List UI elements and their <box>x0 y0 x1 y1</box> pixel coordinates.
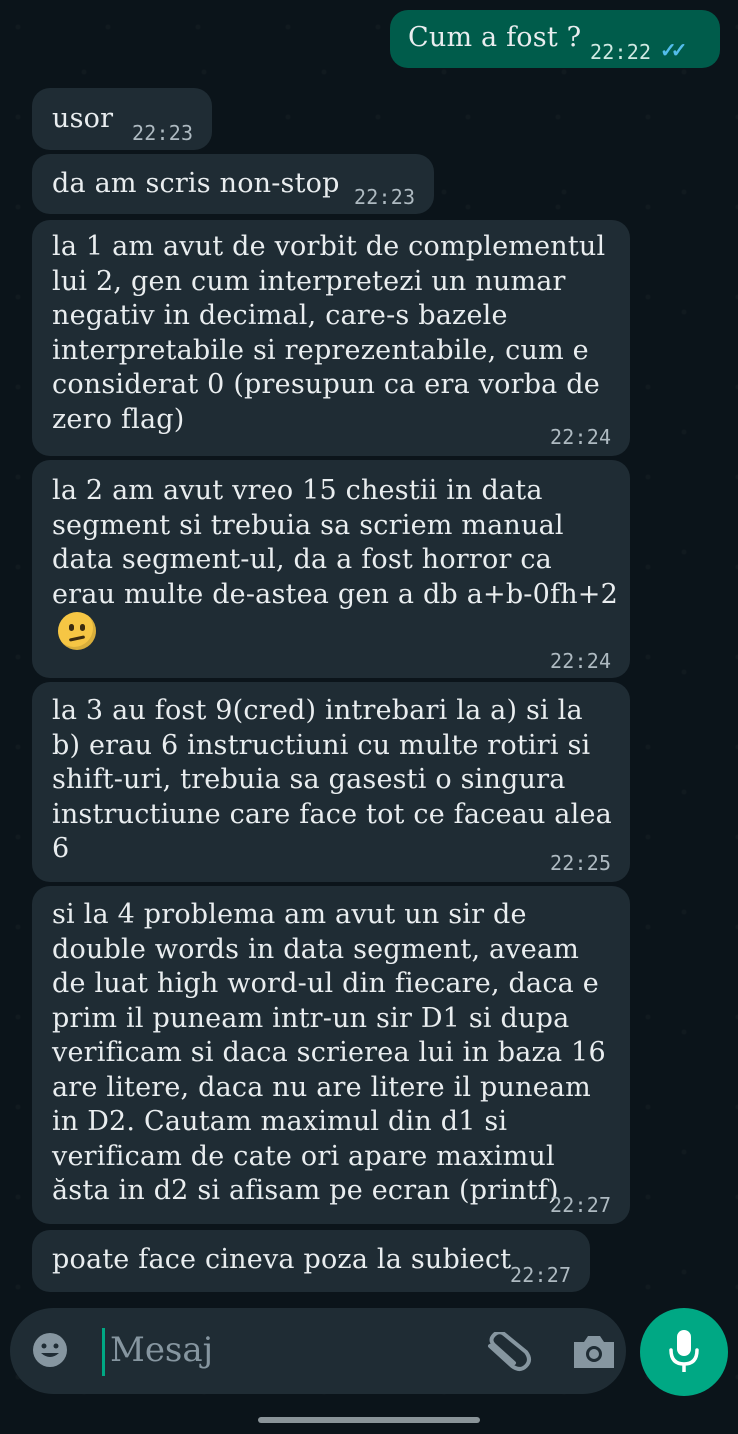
message-text: poate face cineva poza la subiect <box>52 1244 512 1275</box>
message-time: 22:27 <box>550 1193 612 1217</box>
message-text: si la 4 problema am avut un sir de doubl… <box>52 899 606 1206</box>
message-incoming[interactable]: da am scris non-stop 22:23 <box>32 154 434 214</box>
message-text: la 3 au fost 9(cred) intrebari la a) si … <box>52 695 612 864</box>
mic-icon <box>669 1330 699 1372</box>
mic-button[interactable] <box>640 1308 728 1396</box>
message-time: 22:23 <box>354 185 416 209</box>
message-incoming[interactable]: la 1 am avut de vorbit de complementul l… <box>32 220 630 456</box>
message-text-body: la 2 am avut vreo 15 chestii in data seg… <box>52 475 618 610</box>
message-text: da am scris non-stop <box>52 168 340 199</box>
message-composer: Mesaj <box>10 1308 626 1394</box>
message-time: 22:27 <box>510 1263 572 1287</box>
message-text: Cum a fost ? <box>408 22 582 53</box>
message-input[interactable]: Mesaj <box>110 1330 213 1370</box>
message-outgoing[interactable]: Cum a fost ? 22:22 ✓✓ <box>390 10 720 68</box>
message-text: la 2 am avut vreo 15 chestii in data seg… <box>52 474 622 650</box>
confused-face-icon <box>58 612 96 650</box>
message-time: 22:24 <box>550 425 612 449</box>
message-incoming[interactable]: usor 22:23 <box>32 88 212 150</box>
message-incoming[interactable]: poate face cineva poza la subiect 22:27 <box>32 1230 590 1292</box>
system-home-indicator[interactable] <box>258 1417 480 1423</box>
text-cursor <box>102 1328 105 1376</box>
message-time: 22:25 <box>550 851 612 875</box>
attach-icon[interactable] <box>482 1332 538 1372</box>
message-incoming[interactable]: si la 4 problema am avut un sir de doubl… <box>32 886 630 1224</box>
message-incoming[interactable]: la 3 au fost 9(cred) intrebari la a) si … <box>32 682 630 882</box>
message-time: 22:23 <box>132 121 194 145</box>
message-time: 22:24 <box>550 649 612 673</box>
message-text: la 1 am avut de vorbit de complementul l… <box>52 231 606 435</box>
read-receipt-icon: ✓✓ <box>660 38 687 62</box>
message-incoming[interactable]: la 2 am avut vreo 15 chestii in data seg… <box>32 460 630 678</box>
message-text: usor <box>52 103 114 134</box>
message-time: 22:22 <box>590 40 652 64</box>
emoji-icon[interactable] <box>30 1330 70 1370</box>
camera-icon[interactable] <box>570 1332 618 1372</box>
